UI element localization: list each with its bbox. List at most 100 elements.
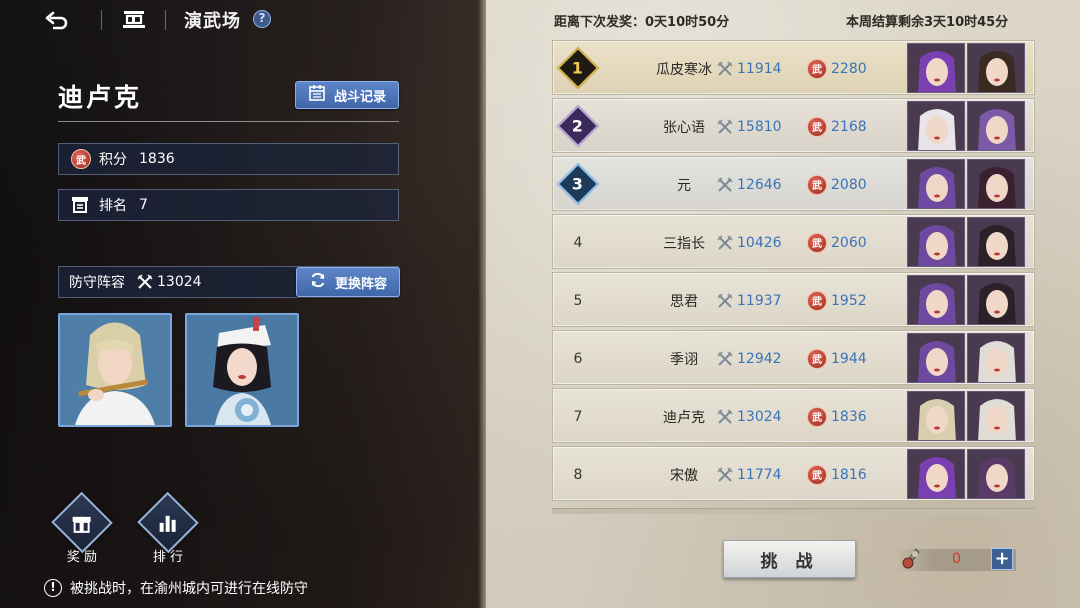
- online-defense-notice: ! 被挑战时，在渝州城内可进行在线防守: [44, 578, 308, 598]
- power-cell: 11914: [717, 41, 782, 96]
- ranking-row[interactable]: 1 瓜皮寒冰 11914 武 2280: [552, 40, 1035, 95]
- rank-number: 5: [573, 292, 583, 309]
- power-value: 12646: [737, 176, 782, 193]
- battle-log-label: 战斗记录: [333, 89, 386, 105]
- ranking-row[interactable]: 7 迪卢克 13024 武 1836: [552, 388, 1035, 443]
- top-bar: 演武场 ?: [0, 0, 480, 40]
- hero-avatar: [967, 333, 1025, 383]
- defense-hero-portrait[interactable]: [185, 313, 299, 427]
- power-value: 11774: [737, 466, 782, 483]
- wu-emblem-icon: 武: [807, 406, 827, 427]
- separator: [165, 10, 166, 30]
- score-label: 积分: [99, 152, 127, 168]
- defense-hero-portrait[interactable]: [58, 313, 172, 427]
- change-lineup-button[interactable]: 更换阵容: [296, 267, 400, 297]
- rank-value: 7: [139, 197, 148, 213]
- hero-avatar: [967, 217, 1025, 267]
- crossed-swords-icon: [717, 60, 733, 77]
- power-value: 11914: [737, 60, 782, 77]
- refresh-icon: [309, 271, 327, 293]
- ranking-row[interactable]: 8 宋傲 11774 武 1816: [552, 446, 1035, 501]
- challenge-button[interactable]: 挑 战: [723, 540, 856, 578]
- add-ticket-button[interactable]: +: [991, 548, 1013, 570]
- score-value: 1816: [831, 466, 867, 483]
- ranking-button[interactable]: 排 行: [133, 491, 203, 565]
- power-value: 10426: [737, 234, 782, 251]
- ranking-row[interactable]: 5 思君 11937 武 1952: [552, 272, 1035, 327]
- reward-button[interactable]: 奖 励: [47, 491, 117, 565]
- bar-chart-icon: [156, 511, 180, 535]
- power-cell: 11937: [717, 273, 782, 328]
- weekly-settlement-timer: 本周结算剩余3天10时45分: [846, 15, 1009, 30]
- battle-log-button[interactable]: 战斗记录: [295, 81, 399, 109]
- score-value: 2280: [831, 60, 867, 77]
- defense-label: 防守阵容: [69, 275, 125, 291]
- crossed-swords-icon: [137, 274, 153, 290]
- hero-avatar: [967, 101, 1025, 151]
- ranking-row[interactable]: 2 张心语 15810 武 2168: [552, 98, 1035, 153]
- hero-avatar: [907, 275, 965, 325]
- power-cell: 15810: [717, 99, 782, 154]
- rank-label: 排名: [99, 198, 127, 214]
- ranking-row[interactable]: 6 季诩 12942 武 1944: [552, 330, 1035, 385]
- crossed-swords-icon: [717, 176, 733, 193]
- crossed-swords-icon: [717, 350, 733, 367]
- ranking-row[interactable]: 4 三指长 10426 武 2060: [552, 214, 1035, 269]
- hero-avatar: [967, 43, 1025, 93]
- ranking-list[interactable]: 1 瓜皮寒冰 11914 武 2280 2 张心语 15810 武 2168 3 元 12646 武 208…: [552, 40, 1035, 515]
- rank-medal-icon: 2: [556, 104, 600, 148]
- crossed-swords-icon: [717, 408, 733, 425]
- hero-avatar: [907, 333, 965, 383]
- rank-number: 3: [572, 174, 584, 194]
- power-value: 12942: [737, 350, 782, 367]
- power-cell: 11774: [717, 447, 782, 502]
- rank-number: 1: [572, 58, 584, 78]
- home-icon[interactable]: [120, 8, 148, 32]
- score-value: 1952: [831, 292, 867, 309]
- notice-text: 被挑战时，在渝州城内可进行在线防守: [70, 581, 308, 597]
- hero-avatar: [907, 391, 965, 441]
- crossed-swords-icon: [717, 118, 733, 135]
- score-cell: 武 2080: [807, 157, 867, 212]
- score-value: 1836: [831, 408, 867, 425]
- crossed-swords-icon: [717, 292, 733, 309]
- ranking-row[interactable]: 3 元 12646 武 2080: [552, 156, 1035, 211]
- score-value: 2060: [831, 234, 867, 251]
- score-cell: 武 2060: [807, 215, 867, 270]
- power-cell: 13024: [717, 389, 782, 444]
- score-cell: 武 2280: [807, 41, 867, 96]
- rank-number: 2: [572, 116, 584, 136]
- wu-emblem-icon: 武: [807, 174, 827, 195]
- rank-number: 7: [573, 408, 583, 425]
- power-value: 13024: [737, 408, 782, 425]
- rank-number: 6: [573, 350, 583, 367]
- challenge-ticket-icon: [900, 545, 922, 571]
- hero-avatar: [907, 159, 965, 209]
- wu-emblem-icon: 武: [807, 464, 827, 485]
- separator: [101, 10, 102, 30]
- wu-emblem-icon: 武: [807, 232, 827, 253]
- crossed-swords-icon: [717, 466, 733, 483]
- change-lineup-label: 更换阵容: [334, 276, 387, 292]
- hero-avatar: [907, 43, 965, 93]
- score-value: 2168: [831, 118, 867, 135]
- ranking-scroll-icon: [69, 194, 91, 216]
- score-cell: 武 1816: [807, 447, 867, 502]
- back-arrow-icon[interactable]: [44, 8, 70, 32]
- wu-emblem-icon: 武: [807, 290, 827, 311]
- power-cell: 12942: [717, 331, 782, 386]
- score-cell: 武 1836: [807, 389, 867, 444]
- help-icon[interactable]: ?: [253, 10, 271, 28]
- player-name: 迪卢克: [58, 83, 143, 112]
- defense-power-value: 13024: [157, 274, 202, 290]
- score-value: 1836: [139, 151, 175, 167]
- calendar-icon: [308, 84, 326, 106]
- score-cell: 武 1944: [807, 331, 867, 386]
- rank-row: 排名 7: [58, 189, 399, 221]
- score-row: 武 积分 1836: [58, 143, 399, 175]
- wu-emblem-icon: 武: [807, 116, 827, 137]
- rank-medal-icon: 1: [556, 46, 600, 90]
- score-value: 1944: [831, 350, 867, 367]
- power-value: 15810: [737, 118, 782, 135]
- hero-avatar: [907, 217, 965, 267]
